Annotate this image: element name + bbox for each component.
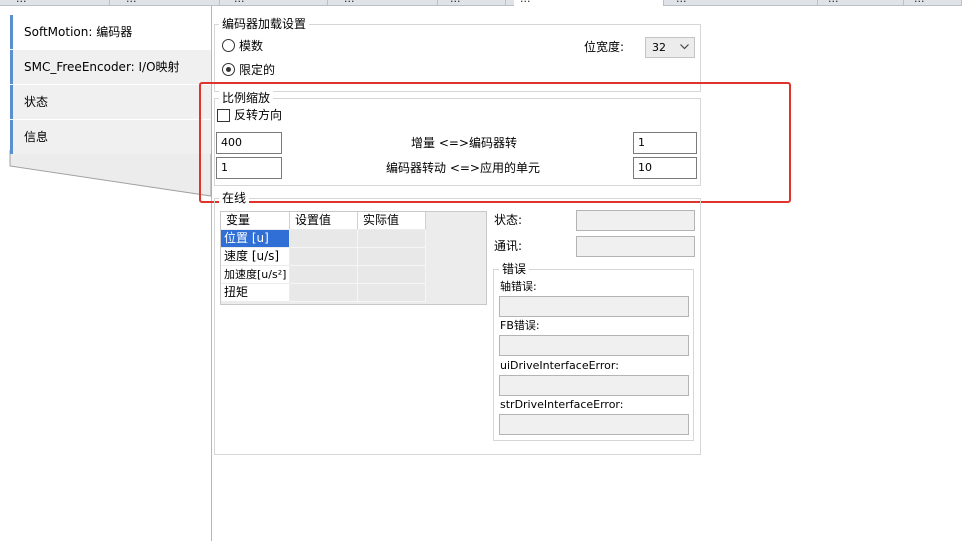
errors-title: 错误 — [499, 262, 530, 276]
column-header-set-value[interactable]: 设置值 — [290, 212, 358, 229]
status-field — [576, 210, 695, 231]
sidebar-item-status[interactable]: 状态 — [10, 85, 211, 119]
column-header-variable[interactable]: 变量 — [221, 212, 290, 229]
status-label: 状态: — [494, 213, 523, 227]
table-row-torque[interactable]: 扭矩 — [221, 284, 289, 301]
table-cell — [358, 284, 426, 302]
fb-error-label: FB错误: — [500, 319, 540, 332]
column-header-actual-value[interactable]: 实际值 — [358, 212, 426, 229]
str-drive-interface-error-field — [499, 414, 689, 435]
radio-limited[interactable] — [222, 63, 235, 76]
table-cell — [290, 230, 358, 248]
fb-error-field — [499, 335, 689, 356]
radio-limited-label: 限定的 — [239, 63, 276, 77]
sidebar-item-softmotion-encoder[interactable]: SoftMotion: 编码器 — [10, 15, 211, 49]
table-cell — [290, 284, 358, 302]
bitwidth-select[interactable]: 32 — [645, 37, 695, 58]
table-row-position[interactable]: 位置 [u] — [221, 230, 289, 247]
axis-error-field — [499, 296, 689, 317]
table-row-velocity[interactable]: 速度 [u/s] — [221, 248, 289, 265]
ui-drive-interface-error-field — [499, 375, 689, 396]
highlight-box — [199, 82, 791, 203]
table-cell — [358, 230, 426, 248]
axis-error-label: 轴错误: — [500, 280, 537, 293]
communication-field — [576, 236, 695, 257]
sidebar-item-info[interactable]: 信息 — [10, 120, 211, 154]
table-cell — [290, 266, 358, 284]
sidebar-item-io-mapping[interactable]: SMC_FreeEncoder: I/O映射 — [10, 50, 211, 84]
ui-drive-interface-error-label: uiDriveInterfaceError: — [500, 359, 619, 372]
radio-modulo[interactable] — [222, 39, 235, 52]
bitwidth-label: 位宽度: — [584, 40, 625, 54]
table-cell — [290, 248, 358, 266]
chevron-down-icon — [680, 44, 689, 50]
communication-label: 通讯: — [494, 239, 523, 253]
table-cell — [358, 266, 426, 284]
bitwidth-value: 32 — [652, 41, 666, 54]
radio-modulo-label: 模数 — [239, 39, 264, 53]
str-drive-interface-error-label: strDriveInterfaceError: — [500, 398, 624, 411]
online-title: 在线 — [219, 191, 250, 205]
table-row-acceleration[interactable]: 加速度[u/s²] — [221, 266, 289, 283]
encoder-settings-title: 编码器加载设置 — [219, 17, 310, 31]
sidebar-connector-shape — [9, 150, 212, 197]
table-cell — [358, 248, 426, 266]
